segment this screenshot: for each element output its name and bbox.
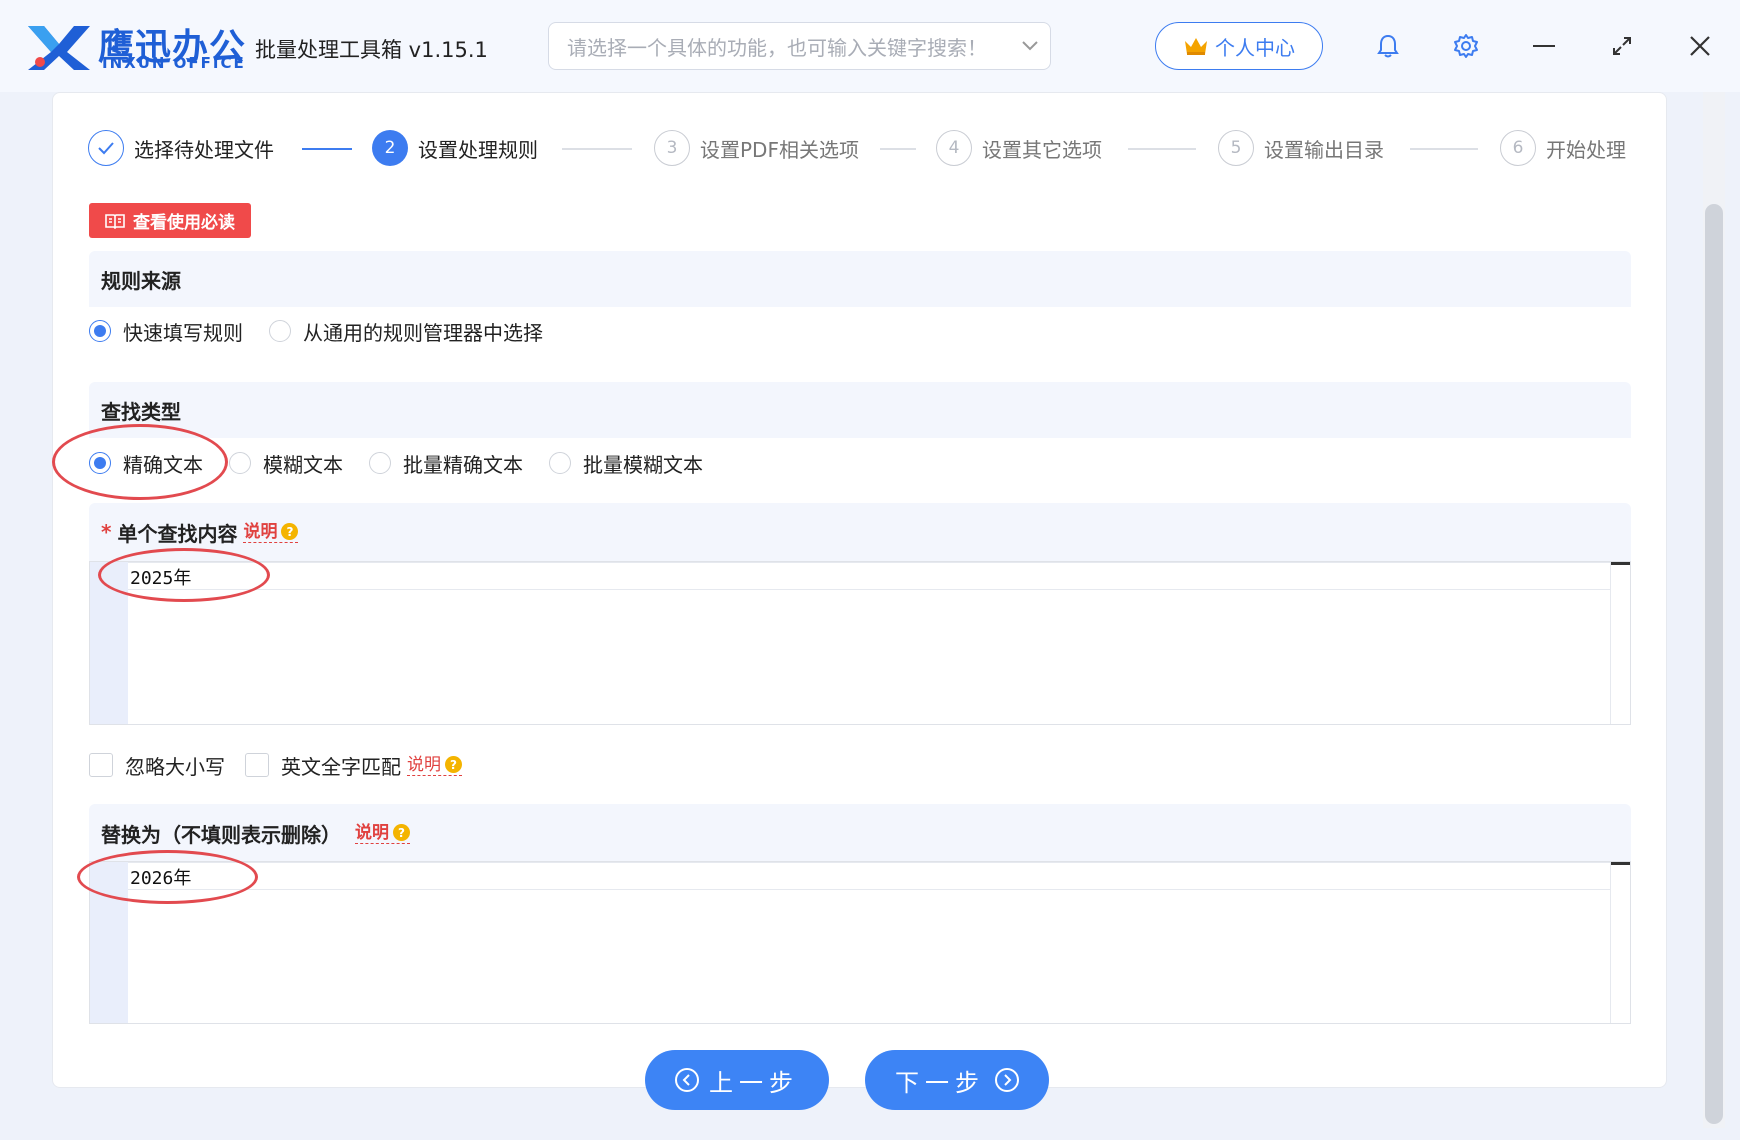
- replace-title: 替换为（不填则表示删除）: [101, 822, 341, 847]
- editor-current-line: [128, 862, 1610, 890]
- radio-batch-fuzzy-text[interactable]: [549, 452, 571, 474]
- step-connector: [302, 148, 352, 150]
- replace-hint[interactable]: 说明 ?: [355, 823, 410, 844]
- editor-current-line: [128, 562, 1610, 590]
- match-options: 忽略大小写 英文全字匹配 说明 ?: [89, 750, 462, 780]
- step-2[interactable]: 2 设置处理规则: [372, 128, 538, 168]
- find-content-editor[interactable]: 2025年: [89, 561, 1631, 725]
- help-icon: ?: [281, 523, 299, 540]
- step-6[interactable]: 6 开始处理: [1500, 128, 1626, 168]
- whole-word-hint[interactable]: 说明 ?: [407, 755, 462, 776]
- find-content-hint-label: 说明: [243, 521, 278, 542]
- help-icon: ?: [393, 824, 410, 841]
- user-center-button[interactable]: 个人中心: [1155, 22, 1323, 70]
- next-step-button[interactable]: 下一步: [865, 1050, 1049, 1110]
- rule-source-header: 规则来源: [89, 251, 1631, 307]
- radio-rule-manager[interactable]: [269, 320, 291, 342]
- logo-mark-icon: [28, 26, 90, 70]
- function-search[interactable]: 请选择一个具体的功能，也可输入关键字搜索！: [548, 22, 1051, 70]
- step-2-number: 2: [372, 130, 408, 166]
- brand-name-en: INXUN OFFICE: [102, 54, 246, 72]
- ignore-case-checkbox[interactable]: [89, 753, 113, 777]
- app-window: 鹰迅办公 INXUN OFFICE 批量处理工具箱 v1.15.1 请选择一个具…: [0, 0, 1740, 1140]
- page-scrollbar[interactable]: [1703, 92, 1725, 1128]
- brand-logo: 鹰迅办公 INXUN OFFICE: [26, 18, 256, 74]
- required-mark: *: [101, 520, 112, 544]
- guide-button[interactable]: 查看使用必读: [89, 203, 251, 238]
- step-1[interactable]: 选择待处理文件: [88, 128, 274, 168]
- step-4[interactable]: 4 设置其它选项: [936, 128, 1102, 168]
- step-connector: [880, 148, 916, 150]
- search-placeholder: 请选择一个具体的功能，也可输入关键字搜索！: [567, 35, 987, 60]
- radio-rule-manager-label[interactable]: 从通用的规则管理器中选择: [303, 317, 543, 346]
- find-type-title: 查找类型: [101, 399, 181, 424]
- prev-step-label: 上一步: [709, 1068, 799, 1097]
- step-4-number: 4: [936, 130, 972, 166]
- radio-quick-rule[interactable]: [89, 320, 111, 342]
- step-5-label: 设置输出目录: [1264, 137, 1384, 162]
- user-center-label: 个人中心: [1215, 35, 1295, 60]
- chevron-right-icon: [995, 1068, 1019, 1092]
- replace-editor[interactable]: 2026年: [89, 861, 1631, 1024]
- find-content-hint[interactable]: 说明 ?: [243, 521, 299, 543]
- help-icon: ?: [445, 756, 462, 773]
- radio-batch-fuzzy-text-label[interactable]: 批量模糊文本: [583, 449, 703, 478]
- rule-source-title: 规则来源: [101, 268, 181, 293]
- ignore-case-label[interactable]: 忽略大小写: [125, 751, 225, 780]
- editor-scrollbar[interactable]: [1610, 862, 1630, 1023]
- step-2-label: 设置处理规则: [418, 137, 538, 162]
- app-title: 批量处理工具箱 v1.15.1: [255, 38, 488, 62]
- prev-step-button[interactable]: 上一步: [645, 1050, 829, 1110]
- find-content-header: * 单个查找内容 说明 ?: [89, 503, 1631, 561]
- whole-word-hint-label: 说明: [407, 754, 441, 775]
- step-progress: 选择待处理文件 2 设置处理规则 3 设置PDF相关选项 4 设置其它选项 5 …: [88, 128, 1633, 168]
- scrollbar-thumb[interactable]: [1705, 204, 1723, 1124]
- editor-scrollbar[interactable]: [1610, 562, 1630, 724]
- guide-button-label: 查看使用必读: [133, 213, 235, 233]
- rule-source-options: 快速填写规则 从通用的规则管理器中选择: [89, 313, 569, 349]
- chevron-down-icon[interactable]: [1010, 40, 1050, 52]
- step-3-label: 设置PDF相关选项: [700, 137, 859, 162]
- whole-word-label[interactable]: 英文全字匹配: [281, 751, 401, 780]
- find-content-title: 单个查找内容: [117, 521, 238, 546]
- annotation-ellipse-find-content: [98, 548, 270, 602]
- step-1-label: 选择待处理文件: [134, 137, 274, 162]
- whole-word-checkbox[interactable]: [245, 753, 269, 777]
- title-bar: 鹰迅办公 INXUN OFFICE 批量处理工具箱 v1.15.1 请选择一个具…: [0, 0, 1740, 92]
- step-connector: [1128, 148, 1196, 150]
- step-5[interactable]: 5 设置输出目录: [1218, 128, 1384, 168]
- step-connector: [1410, 148, 1478, 150]
- book-icon: [105, 213, 125, 229]
- crown-icon: [1185, 38, 1207, 55]
- chevron-left-icon: [675, 1068, 699, 1092]
- step-5-number: 5: [1218, 130, 1254, 166]
- step-6-label: 开始处理: [1546, 137, 1626, 162]
- step-4-label: 设置其它选项: [982, 137, 1102, 162]
- replace-header: 替换为（不填则表示删除） 说明 ?: [89, 804, 1631, 862]
- radio-quick-rule-label[interactable]: 快速填写规则: [123, 317, 243, 346]
- step-3-number: 3: [654, 130, 690, 166]
- step-connector: [562, 148, 632, 150]
- radio-fuzzy-text[interactable]: [229, 452, 251, 474]
- annotation-ellipse-find-type: [52, 424, 228, 500]
- minimize-icon[interactable]: [1528, 30, 1560, 62]
- radio-batch-exact-text[interactable]: [369, 452, 391, 474]
- check-icon: [88, 130, 124, 166]
- next-step-label: 下一步: [895, 1068, 985, 1097]
- close-icon[interactable]: [1684, 30, 1716, 62]
- radio-batch-exact-text-label[interactable]: 批量精确文本: [403, 449, 523, 478]
- annotation-ellipse-replace: [77, 850, 258, 904]
- bell-icon[interactable]: [1372, 30, 1404, 62]
- replace-hint-label: 说明: [355, 822, 389, 843]
- step-6-number: 6: [1500, 130, 1536, 166]
- radio-fuzzy-text-label[interactable]: 模糊文本: [263, 449, 343, 478]
- step-3[interactable]: 3 设置PDF相关选项: [654, 128, 859, 168]
- maximize-icon[interactable]: [1606, 30, 1638, 62]
- find-type-header: 查找类型: [89, 382, 1631, 438]
- gear-icon[interactable]: [1450, 30, 1482, 62]
